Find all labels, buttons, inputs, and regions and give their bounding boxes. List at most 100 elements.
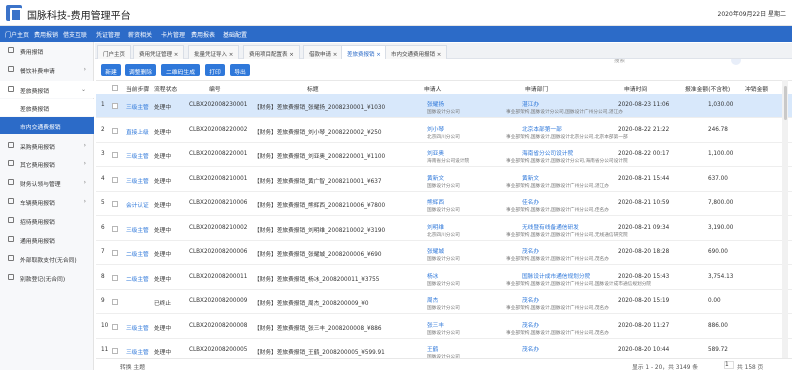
select-all-checkbox[interactable] [112, 85, 118, 91]
applicant-name[interactable]: 刘明维 [427, 222, 444, 231]
nav-configuration[interactable]: 基础配置 [223, 30, 247, 39]
adjust-delete-button[interactable]: 调整删除 [125, 64, 156, 76]
current-step[interactable]: 二级主管 [126, 249, 149, 258]
department-name[interactable]: 茂名办 [522, 246, 539, 255]
current-step[interactable]: 三级主管 [126, 225, 149, 234]
nav-salary[interactable]: 薪资相关 [128, 30, 152, 39]
tab-voucher-management[interactable]: 费用凭证管理 × [133, 45, 185, 59]
department-name[interactable]: 黄新文 [522, 173, 539, 182]
table-row[interactable]: 9 已终止 CLBX202008200009 【财务】差旅费报销_周杰_2008200… [96, 290, 792, 314]
scrollbar-thumb[interactable] [784, 86, 787, 120]
table-row[interactable]: 7 二级主管 处理中 CLBX202008200006 【财务】差旅费报销_张耀城_20… [96, 241, 792, 265]
row-checkbox[interactable] [112, 201, 118, 207]
sidebar-item-general[interactable]: 通用费用报销 [0, 231, 94, 248]
department-path: 事业部架构,国脉设计,国脉设计广州分公司,国脉设计成市通信规划分院 [506, 281, 652, 287]
sidebar-subitem-local-transport[interactable]: 市内交通费报销 [0, 117, 94, 134]
app-logo [6, 5, 22, 22]
application-time: 2020-08-22 00:17 [618, 151, 670, 157]
table-row[interactable]: 10 三级主管 处理中 CLBX202008200008 【财务】差旅费报销_张三丰_2… [96, 314, 792, 339]
new-button[interactable]: 新建 [101, 64, 121, 76]
table-row[interactable]: 6 三级主管 处理中 CLBX202008210002 【财务】差旅费报销_刘明维_20… [96, 216, 792, 241]
row-checkbox[interactable] [112, 152, 118, 158]
current-step[interactable]: 三级主管 [126, 151, 149, 160]
vertical-scrollbar[interactable] [782, 80, 788, 358]
row-checkbox[interactable] [112, 225, 118, 232]
current-step[interactable]: 三级主管 [126, 176, 149, 185]
table-row[interactable]: 4 三级主管 处理中 CLBX202008210001 【财务】差旅费报销_黄广智_20… [96, 167, 792, 192]
table-row[interactable]: 5 会计认证 处理中 CLBX202008210006 【财务】差旅费报销_熊辉西_20… [96, 192, 792, 216]
sidebar-item-meal[interactable]: 餐饮补费申请 › [0, 61, 94, 78]
applicant-name[interactable]: 熊辉西 [427, 197, 444, 206]
applicant-name[interactable]: 王鹤 [427, 344, 438, 353]
row-checkbox[interactable] [112, 348, 118, 354]
row-checkbox[interactable] [112, 299, 118, 305]
department-name[interactable]: 海南省分公司设计院 [522, 148, 573, 157]
row-checkbox[interactable] [112, 323, 118, 330]
nav-voucher[interactable]: 凭证管理 [96, 30, 120, 39]
app-title: 国脉科技-费用管理平台 [27, 11, 131, 22]
nav-home[interactable]: 门户主页 [5, 30, 29, 39]
current-step[interactable]: 会计认证 [126, 200, 149, 209]
sidebar-item-entertainment[interactable]: 招待费用报销 [0, 212, 94, 229]
sidebar-item-expense[interactable]: 费用报销 [0, 42, 94, 59]
table-row[interactable]: 8 二级主管 处理中 CLBX202008200011 【财务】差旅费报销_杨冰_200… [96, 265, 792, 290]
tab-travel-reimbursement[interactable]: 差旅费报销 × [341, 45, 387, 59]
department-name[interactable]: 北京本部第一部 [522, 124, 562, 133]
page-tabs: 门户主页 费用凭证管理 × 批量凭证导入 × 费用项目配置表 × 借款申请 × … [95, 43, 792, 59]
applicant-name[interactable]: 张三丰 [427, 320, 444, 329]
export-button[interactable]: 导出 [230, 64, 250, 76]
current-step[interactable]: 二级主管 [126, 274, 149, 283]
row-checkbox[interactable] [112, 250, 118, 256]
table-row[interactable]: 1 三级主管 处理中 CLBX202008230001 【财务】差旅费报销_张耀扬_20… [96, 94, 792, 118]
page-number-input[interactable]: 1 [724, 361, 734, 369]
tab-batch-import[interactable]: 批量凭证导入 × [188, 45, 240, 59]
applicant-name[interactable]: 刘小琴 [427, 124, 444, 133]
travel-icon [8, 86, 14, 92]
nav-reports[interactable]: 费用报表 [191, 30, 215, 39]
current-step[interactable]: 直接上级 [126, 127, 149, 136]
tab-home[interactable]: 门户主页 [97, 45, 132, 59]
tab-expense-config[interactable]: 费用项目配置表 × [243, 45, 300, 59]
tab-loan-application[interactable]: 借款申请 × [303, 45, 344, 59]
row-checkbox[interactable] [112, 176, 118, 183]
department-name[interactable]: 茂名办 [522, 295, 539, 304]
vehicle-icon [8, 198, 14, 204]
sidebar-item-external-payment[interactable]: 外部取款支付(无合同) [0, 250, 94, 267]
department-name[interactable]: 茂名办 [522, 344, 539, 353]
row-checkbox[interactable] [112, 274, 118, 281]
current-step[interactable]: 三级主管 [126, 323, 149, 332]
applicant-name[interactable]: 周杰 [427, 295, 438, 304]
department-name[interactable]: 国脉设计成市通信规划分院 [522, 271, 590, 280]
department-name[interactable]: 佳名办 [522, 197, 539, 206]
sidebar-item-vehicle[interactable]: 车辆费用报销 › [0, 193, 94, 210]
qr-generate-button[interactable]: 二维码生成 [161, 64, 200, 76]
department-name[interactable]: 茂名办 [522, 320, 539, 329]
print-button[interactable]: 打印 [205, 64, 225, 76]
applicant-name[interactable]: 杨冰 [427, 271, 438, 280]
sidebar-item-registration[interactable]: 别款登记(无合同) [0, 269, 94, 286]
sidebar-subitem-travel-reimbursement[interactable]: 差旅费报销 [0, 99, 94, 116]
nav-cards[interactable]: 卡片管理 [161, 30, 185, 39]
sidebar-item-travel[interactable]: 差旅费报销 ⌄ [0, 81, 94, 98]
nav-loan[interactable]: 借支互联 [63, 30, 87, 39]
current-step[interactable]: 三级主管 [126, 347, 149, 356]
table-row[interactable]: 3 三级主管 处理中 CLBX202008220001 【财务】差旅费报销_刘亚奥_20… [96, 143, 792, 167]
department-name[interactable]: 湛江办 [522, 99, 539, 108]
row-checkbox[interactable] [112, 103, 118, 109]
table-row[interactable]: 2 直接上级 处理中 CLBX202008220002 【财务】差旅费报销_刘小琴_20… [96, 118, 792, 143]
sidebar-item-other[interactable]: 其它费用报销 › [0, 155, 94, 172]
approved-amount: 246.78 [708, 126, 728, 133]
approved-amount: 886.00 [708, 322, 728, 329]
applicant-name[interactable]: 张耀扬 [427, 99, 444, 108]
sidebar-item-purchase[interactable]: 采购费用报销 › [0, 137, 94, 154]
sidebar-item-finance[interactable]: 财务认领与管理 › [0, 174, 94, 191]
nav-expense-reimbursement[interactable]: 费用报销 [34, 30, 58, 39]
applicant-name[interactable]: 张耀城 [427, 246, 444, 255]
current-step[interactable]: 三级主管 [126, 102, 149, 111]
department-name[interactable]: 无线暨有线备通信研发 [522, 222, 579, 231]
applicant-name[interactable]: 黄新文 [427, 173, 444, 182]
document-title: 【财务】差旅费报销_熊辉西_2008210006_¥7800 [254, 203, 386, 209]
row-checkbox[interactable] [112, 127, 118, 134]
applicant-name[interactable]: 刘亚奥 [427, 148, 444, 157]
tab-local-transport[interactable]: 市内交通费用报销 × [385, 45, 448, 59]
